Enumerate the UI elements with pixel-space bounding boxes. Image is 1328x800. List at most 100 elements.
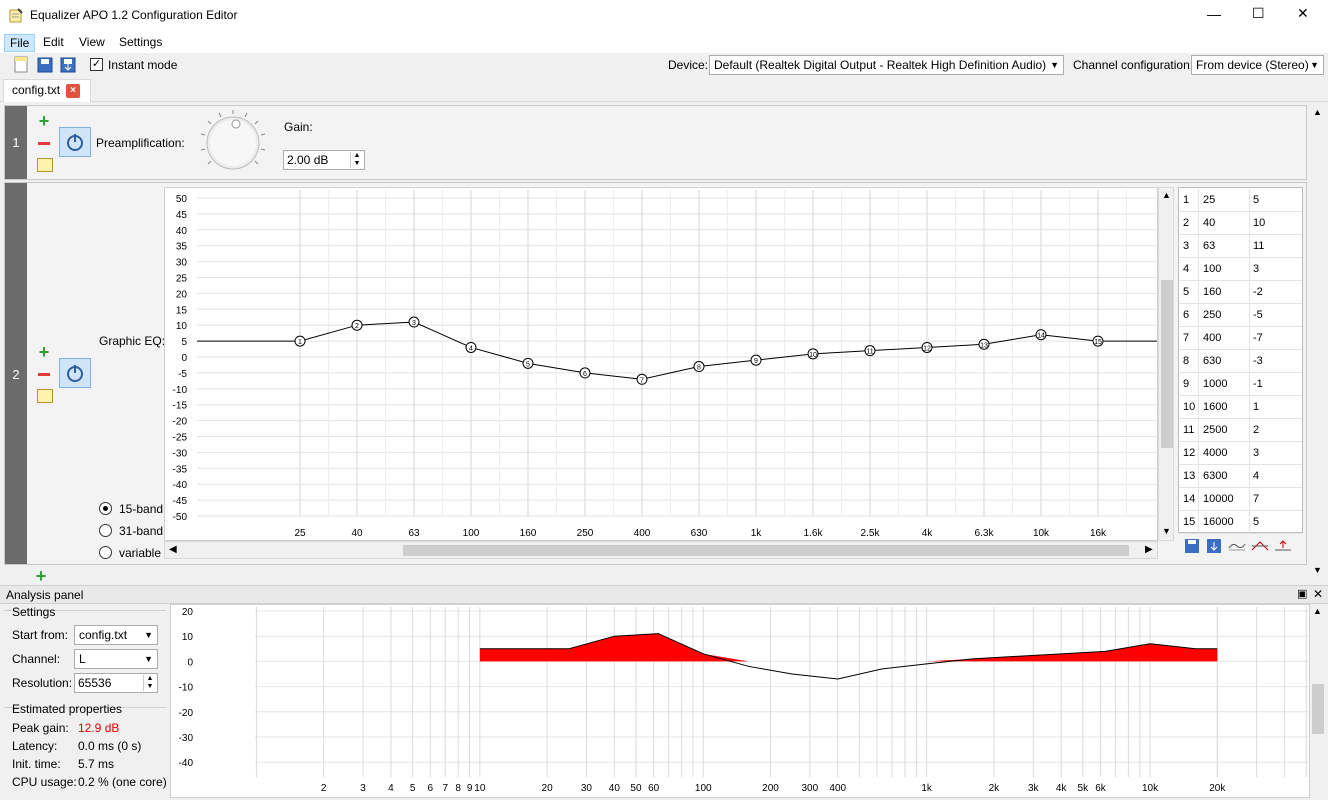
- band-gain[interactable]: 5: [1253, 194, 1259, 206]
- filter-list-scrollbar[interactable]: ▲ ▼: [1309, 105, 1326, 579]
- band-gain[interactable]: 4: [1253, 470, 1259, 482]
- band-table-row[interactable]: 4 100 3: [1179, 258, 1302, 281]
- band-frequency[interactable]: 100: [1203, 263, 1221, 275]
- power-toggle[interactable]: [59, 127, 91, 157]
- graphic-eq-graph[interactable]: 50 45 40 35 30 25 20 15 10 5 0 -5 -10 -15 -20 -25 -30 -35…: [164, 187, 1158, 541]
- band-frequency[interactable]: 10000: [1203, 493, 1234, 505]
- eq-curve-plot[interactable]: 50454035302520151050-5-10-15-20-25-30-35…: [165, 188, 1159, 542]
- band-frequency[interactable]: 1000: [1203, 378, 1227, 390]
- spin-arrows-icon[interactable]: ▲ ▼: [350, 152, 363, 168]
- band-table-row[interactable]: 2 40 10: [1179, 212, 1302, 235]
- save-as-icon[interactable]: [59, 56, 77, 74]
- analysis-vertical-scrollbar[interactable]: ▲: [1310, 604, 1326, 798]
- band-table-row[interactable]: 1 25 5: [1179, 189, 1302, 212]
- band-table-row[interactable]: 3 63 11: [1179, 235, 1302, 258]
- scroll-up-icon[interactable]: ▲: [1162, 190, 1171, 200]
- band-table-row[interactable]: 12 4000 3: [1179, 442, 1302, 465]
- band-frequency[interactable]: 4000: [1203, 447, 1227, 459]
- scroll-up-icon[interactable]: ▲: [1313, 606, 1322, 616]
- band-frequency[interactable]: 1600: [1203, 401, 1227, 413]
- close-button[interactable]: ✕: [1297, 5, 1309, 22]
- band-gain[interactable]: -2: [1253, 286, 1263, 298]
- scroll-down-icon[interactable]: ▼: [1162, 526, 1171, 536]
- band-table-row[interactable]: 7 400 -7: [1179, 327, 1302, 350]
- band-frequency[interactable]: 6300: [1203, 470, 1227, 482]
- new-file-icon[interactable]: [12, 56, 30, 74]
- band-gain[interactable]: 2: [1253, 424, 1259, 436]
- channel-select[interactable]: L ▼: [74, 649, 158, 669]
- menu-edit[interactable]: Edit: [38, 34, 69, 52]
- close-panel-icon[interactable]: ✕: [1313, 587, 1323, 601]
- eq-horizontal-scrollbar[interactable]: ◀ ▶: [164, 541, 1158, 559]
- remove-filter-icon[interactable]: [37, 367, 51, 381]
- spin-arrows-icon[interactable]: ▲ ▼: [143, 675, 156, 691]
- scroll-thumb[interactable]: [403, 545, 1129, 556]
- band-table-row[interactable]: 5 160 -2: [1179, 281, 1302, 304]
- band-frequency[interactable]: 630: [1203, 355, 1221, 367]
- band-frequency[interactable]: 400: [1203, 332, 1221, 344]
- band-gain[interactable]: 7: [1253, 493, 1259, 505]
- maximize-button[interactable]: ☐: [1252, 5, 1265, 22]
- band-table-row[interactable]: 14 10000 7: [1179, 488, 1302, 511]
- resolution-spinbox[interactable]: 65536 ▲ ▼: [74, 673, 158, 693]
- scroll-thumb[interactable]: [1312, 684, 1324, 734]
- menu-view[interactable]: View: [74, 34, 110, 52]
- close-tab-icon[interactable]: ×: [66, 84, 80, 98]
- analysis-graph[interactable]: 20 10 0 -10 -20 -30 -40 2 3 4 5 6 7 8 9 10 20 30 40 50 60 100…: [170, 604, 1310, 798]
- band-gain[interactable]: 3: [1253, 447, 1259, 459]
- smooth-curve-icon[interactable]: [1227, 538, 1247, 554]
- scroll-left-icon[interactable]: ◀: [169, 544, 177, 555]
- add-filter-icon[interactable]: +: [37, 343, 51, 361]
- band-table-row[interactable]: 15 16000 5: [1179, 511, 1302, 534]
- band-31-radio[interactable]: [99, 524, 112, 537]
- band-frequency[interactable]: 160: [1203, 286, 1221, 298]
- band-table-row[interactable]: 10 1600 1: [1179, 396, 1302, 419]
- band-frequency[interactable]: 25: [1203, 194, 1215, 206]
- band-gain[interactable]: -7: [1253, 332, 1263, 344]
- edit-filter-icon[interactable]: [37, 389, 53, 403]
- power-toggle[interactable]: [59, 358, 91, 388]
- load-eq-icon[interactable]: [1205, 538, 1223, 554]
- save-eq-icon[interactable]: [1183, 538, 1201, 554]
- start-from-select[interactable]: config.txt ▼: [74, 625, 158, 645]
- menu-settings[interactable]: Settings: [114, 34, 167, 52]
- band-frequency[interactable]: 63: [1203, 240, 1215, 252]
- band-gain[interactable]: -3: [1253, 355, 1263, 367]
- scroll-thumb[interactable]: [1161, 280, 1173, 448]
- remove-filter-icon[interactable]: [37, 136, 51, 150]
- band-gain[interactable]: -1: [1253, 378, 1263, 390]
- band-gain[interactable]: 5: [1253, 516, 1259, 528]
- instant-mode-checkbox[interactable]: ✓: [90, 58, 103, 71]
- gain-spinbox[interactable]: 2.00 dB ▲ ▼: [283, 150, 365, 170]
- band-table-row[interactable]: 11 2500 2: [1179, 419, 1302, 442]
- add-filter-icon[interactable]: +: [34, 567, 48, 585]
- device-select[interactable]: Default (Realtek Digital Output - Realte…: [709, 55, 1064, 75]
- band-frequency[interactable]: 2500: [1203, 424, 1227, 436]
- menu-file[interactable]: File: [4, 34, 36, 52]
- band-table-row[interactable]: 13 6300 4: [1179, 465, 1302, 488]
- invert-curve-icon[interactable]: [1250, 538, 1270, 554]
- scroll-up-icon[interactable]: ▲: [1313, 107, 1322, 117]
- band-gain[interactable]: 3: [1253, 263, 1259, 275]
- minimize-button[interactable]: —: [1207, 6, 1221, 22]
- eq-vertical-scrollbar[interactable]: ▲ ▼: [1158, 187, 1174, 541]
- normalize-curve-icon[interactable]: [1273, 538, 1293, 554]
- edit-filter-icon[interactable]: [37, 158, 53, 172]
- gain-knob[interactable]: [197, 108, 269, 178]
- band-frequency[interactable]: 40: [1203, 217, 1215, 229]
- add-filter-icon[interactable]: +: [37, 112, 51, 130]
- channel-config-select[interactable]: From device (Stereo) ▼: [1191, 55, 1324, 75]
- band-frequency[interactable]: 16000: [1203, 516, 1234, 528]
- float-panel-icon[interactable]: ▣: [1297, 587, 1307, 600]
- band-table-row[interactable]: 6 250 -5: [1179, 304, 1302, 327]
- band-gain[interactable]: 1: [1253, 401, 1259, 413]
- band-table-row[interactable]: 8 630 -3: [1179, 350, 1302, 373]
- band-gain[interactable]: 10: [1253, 217, 1265, 229]
- band-gain[interactable]: 11: [1253, 240, 1264, 252]
- scroll-right-icon[interactable]: ▶: [1145, 544, 1153, 555]
- band-gain[interactable]: -5: [1253, 309, 1263, 321]
- save-icon[interactable]: [36, 56, 54, 74]
- tab-config[interactable]: config.txt ×: [3, 79, 91, 102]
- band-table-row[interactable]: 9 1000 -1: [1179, 373, 1302, 396]
- band-15-radio[interactable]: [99, 502, 112, 515]
